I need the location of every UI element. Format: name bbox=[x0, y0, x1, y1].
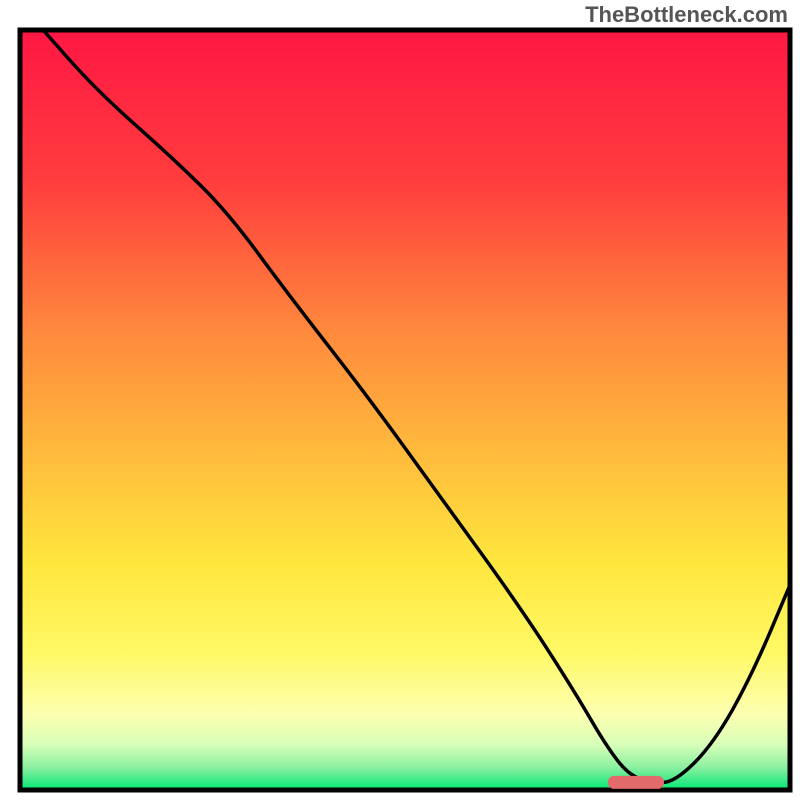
plot-background bbox=[20, 30, 790, 790]
bottleneck-chart: TheBottleneck.com bbox=[0, 0, 800, 800]
optimal-marker bbox=[608, 776, 664, 789]
watermark-text: TheBottleneck.com bbox=[585, 2, 788, 27]
